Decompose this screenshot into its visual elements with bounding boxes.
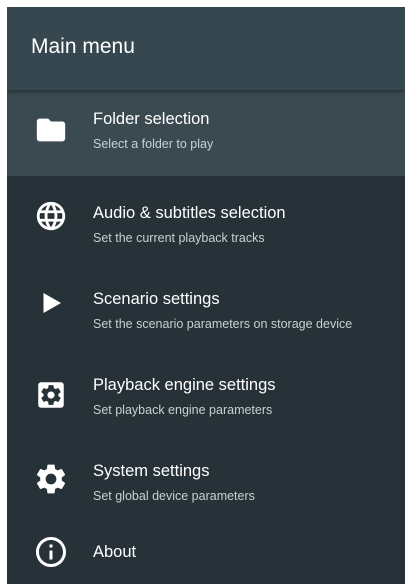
gear-box-icon — [33, 377, 69, 413]
menu-item-system-settings[interactable]: System settings Set global device parame… — [7, 434, 405, 520]
info-icon — [33, 534, 69, 570]
menu-header: Main menu — [7, 7, 405, 90]
main-menu-panel: Main menu Folder selection Select a fold… — [7, 7, 405, 584]
folder-icon — [33, 112, 69, 148]
menu-item-title: Scenario settings — [93, 290, 220, 308]
gear-icon — [33, 461, 69, 497]
menu-item-playback-engine-settings[interactable]: Playback engine settings Set playback en… — [7, 348, 405, 434]
play-icon — [33, 285, 69, 321]
menu-item-title: System settings — [93, 462, 210, 480]
page-title: Main menu — [31, 35, 135, 58]
menu-item-subtitle: Set the current playback tracks — [93, 231, 265, 245]
menu-item-folder-selection[interactable]: Folder selection Select a folder to play — [7, 90, 405, 176]
menu-item-subtitle: Set global device parameters — [93, 489, 255, 503]
menu-item-about[interactable]: About — [7, 520, 405, 584]
globe-icon — [33, 198, 69, 234]
menu-item-subtitle: Set playback engine parameters — [93, 403, 273, 417]
menu-item-title: About — [93, 543, 137, 561]
menu-item-title: Audio & subtitles selection — [93, 204, 286, 222]
menu-item-scenario-settings[interactable]: Scenario settings Set the scenario param… — [7, 262, 405, 348]
menu-item-title: Playback engine settings — [93, 376, 276, 394]
menu-item-subtitle: Select a folder to play — [93, 137, 214, 151]
menu-item-audio-subtitles[interactable]: Audio & subtitles selection Set the curr… — [7, 176, 405, 262]
menu-item-title: Folder selection — [93, 110, 210, 128]
menu-item-subtitle: Set the scenario parameters on storage d… — [93, 317, 353, 331]
